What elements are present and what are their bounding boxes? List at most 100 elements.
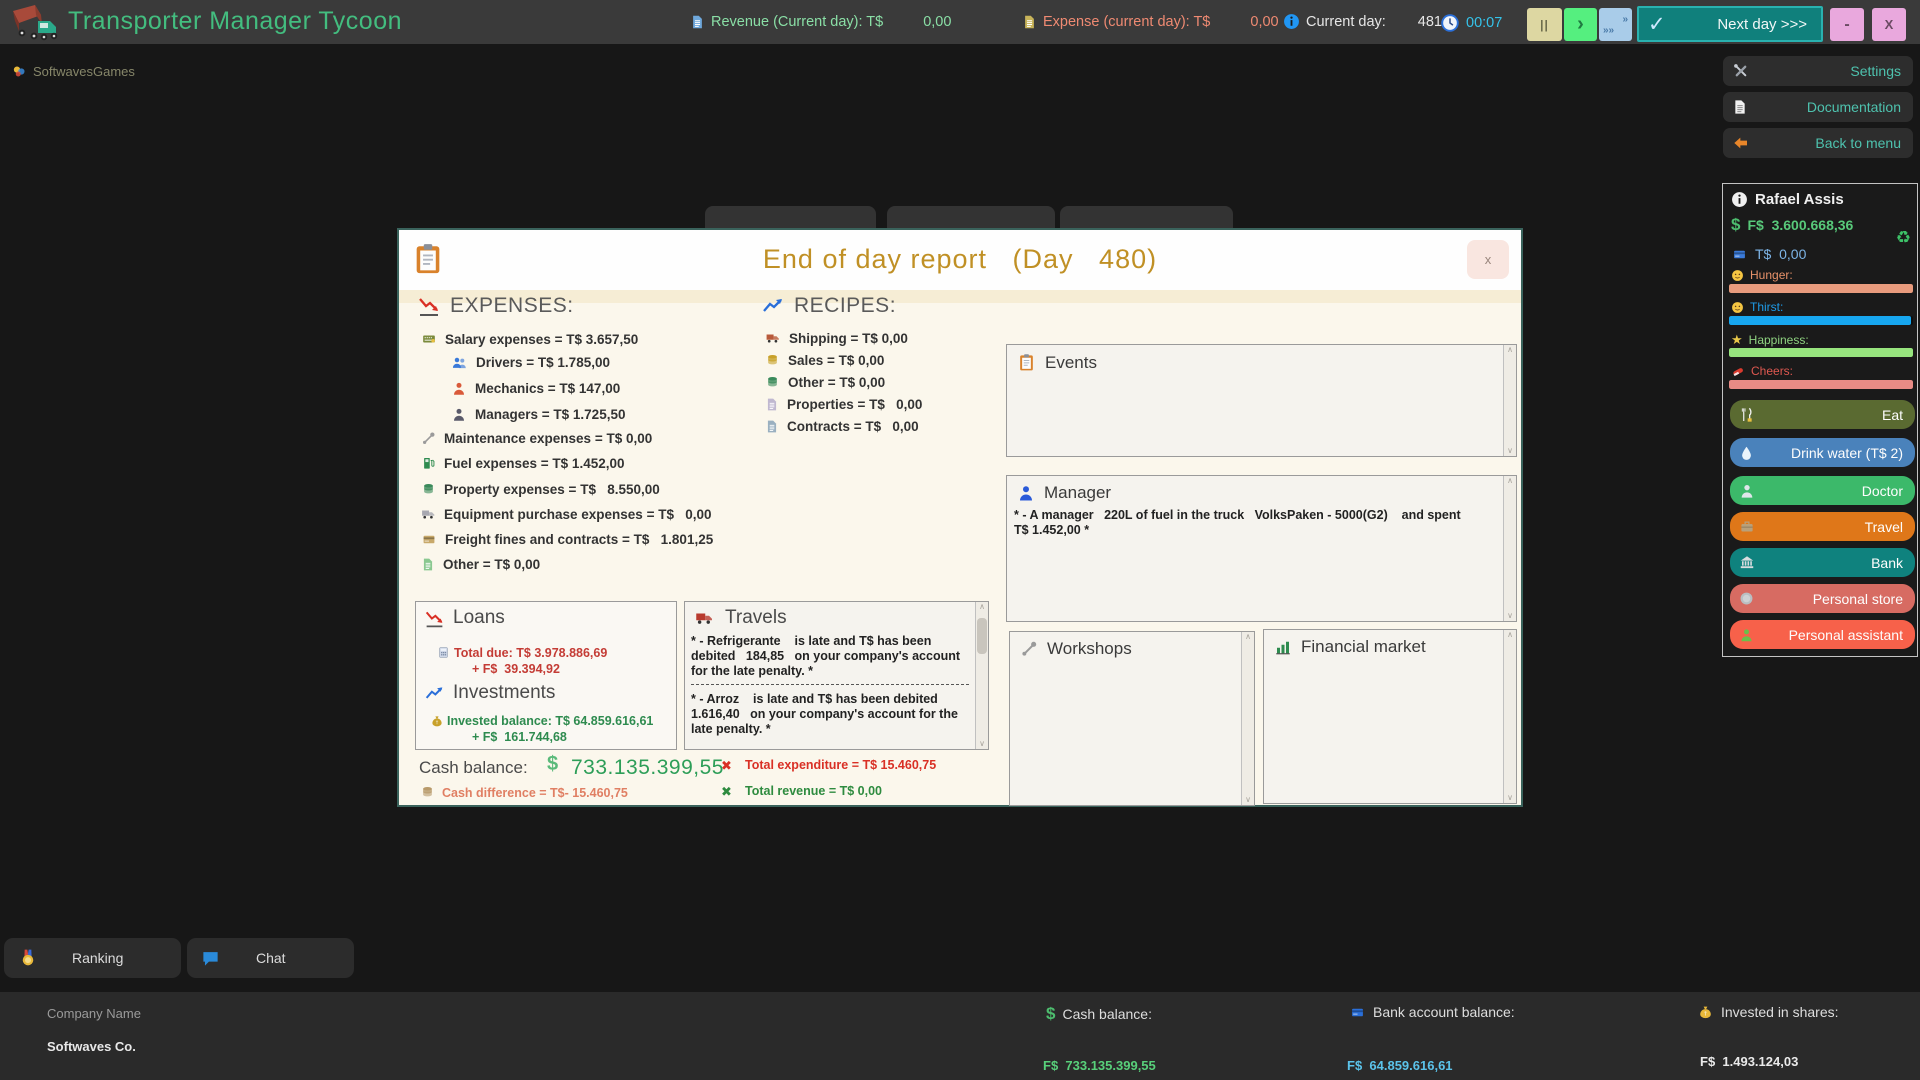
scrollbar-thumb[interactable] [977,618,987,654]
drink-water-button[interactable]: Drink water (T$ 2) [1730,438,1915,467]
player-info-icon[interactable] [1731,191,1748,208]
shares-footer-value: F$ 1.493.124,03 [1700,1054,1798,1069]
company-name-label: Company Name [47,1006,141,1021]
time-value: 00:07 [1466,15,1502,31]
clock-indicator: 00:07 [1440,13,1502,33]
sales-icon [765,353,780,367]
cash-difference: Cash difference = T$- 15.460,75 [442,786,628,801]
minimize-button[interactable]: - [1830,8,1864,41]
info-icon [1283,13,1300,30]
pill-icon [1731,365,1745,378]
fast-forward-icon: » [1622,14,1628,25]
wrench-icon [421,431,436,446]
personal-assistant-button[interactable]: Personal assistant [1730,620,1915,649]
manager-icon [451,407,467,422]
expense-value: 0,00 [1250,14,1278,30]
settings-button[interactable]: Settings [1723,56,1913,86]
travels-box: Travels * - Refrigerante is late and T$ … [684,601,989,750]
star-icon: ★ [1731,332,1743,348]
documentation-button[interactable]: Documentation [1723,92,1913,122]
travels-scrollbar[interactable]: ∧∨ [975,602,988,749]
financial-market-chart-icon [1274,638,1292,656]
events-box: Events ∧∨ [1006,344,1517,457]
revenue-indicator: Revenue (Current day): T$0,00 [690,13,951,31]
cutlery-icon [1739,407,1755,423]
player-fs-balance: F$ 3.600.668,36 [1747,217,1853,233]
loans-chart-down-icon [424,608,445,629]
travel-message-2: * - Arroz is late and T$ has been debite… [691,692,969,737]
thirst-face-icon [1731,301,1744,314]
cash-difference-icon [420,785,435,799]
scroll-down-icon[interactable]: ∨ [979,740,985,748]
player-name-row: Rafael Assis [1731,191,1844,208]
doctor-icon [1739,483,1755,499]
eat-button[interactable]: Eat [1730,400,1915,429]
play-button[interactable]: › [1564,8,1597,41]
events-scrollbar[interactable]: ∧∨ [1503,345,1516,456]
scroll-down-icon[interactable]: ∨ [1507,794,1513,802]
property-money-icon [421,482,436,496]
chat-button[interactable]: Chat [187,938,354,978]
personal-store-button[interactable]: Personal store [1730,584,1915,613]
back-to-menu-button[interactable]: Back to menu [1723,128,1913,158]
manager-scrollbar[interactable]: ∧∨ [1503,476,1516,621]
revenue-x-icon: ✖ [721,784,732,800]
bank-button[interactable]: Bank [1730,548,1915,577]
hunger-stat-label: Hunger: [1731,268,1793,282]
player-ts-balance: T$ 0,00 [1755,246,1806,262]
shipping-truck-icon [765,331,781,345]
expense-item-property: Property expenses = T$ 8.550,00 [421,480,660,498]
total-revenue: Total revenue = T$ 0,00 [745,784,882,799]
calculator-icon [437,645,450,660]
workshops-scrollbar[interactable]: ∧∨ [1241,632,1254,805]
cash-balance-footer-value: F$ 733.135.399,55 [1043,1058,1156,1073]
player-name: Rafael Assis [1755,191,1844,208]
ranking-button[interactable]: Ranking [4,938,181,978]
events-clipboard-icon [1017,352,1036,373]
financial-market-box: Financial market ∧∨ [1263,629,1517,804]
scroll-up-icon[interactable]: ∧ [1507,631,1513,639]
doctor-button[interactable]: Doctor [1730,476,1915,505]
salary-icon [421,332,437,346]
loans-total-due-fs: + F$ 39.394,92 [472,662,560,677]
status-bar: Company Name Softwaves Co. $ Cash balanc… [0,992,1920,1080]
current-day-value: 481 [1418,14,1442,30]
cash-balance-label: Cash balance: [419,758,528,778]
dialog-close-button[interactable]: x [1467,240,1509,279]
scroll-up-icon[interactable]: ∧ [1507,346,1513,354]
suitcase-icon [1739,519,1755,534]
scroll-up-icon[interactable]: ∧ [1245,633,1251,641]
scroll-down-icon[interactable]: ∨ [1507,612,1513,620]
refresh-balance-icon[interactable]: ♻ [1896,228,1911,248]
close-window-button[interactable]: X [1872,8,1906,41]
scroll-down-icon[interactable]: ∨ [1507,447,1513,455]
workshops-header: Workshops [1020,639,1132,659]
next-day-label: Next day >>> [1717,16,1807,33]
pause-button[interactable]: || [1527,8,1562,41]
hunger-bar [1729,284,1913,293]
scroll-down-icon[interactable]: ∨ [1245,796,1251,804]
travel-button[interactable]: Travel [1730,512,1915,541]
scroll-up-icon[interactable]: ∧ [1507,477,1513,485]
watermark-label: SoftwavesGames [33,64,135,79]
bank-icon [1739,555,1755,570]
close-icon: X [1885,17,1894,32]
thirst-stat-label: Thirst: [1731,300,1783,314]
fast-forward-button[interactable]: »»» [1599,8,1632,41]
travel-message-1: * - Refrigerante is late and T$ has been… [691,634,969,679]
expense-item-fuel: Fuel expenses = T$ 1.452,00 [421,454,624,472]
recipe-item-shipping: Shipping = T$ 0,00 [765,329,908,347]
expense-item-freight-fines: Freight fines and contracts = T$ 1.801,2… [421,530,713,548]
travels-separator [691,684,969,685]
scroll-up-icon[interactable]: ∧ [979,603,985,611]
next-day-button[interactable]: ✓ Next day >>> [1637,6,1823,42]
manager-box: Manager * - A manager 220L of fuel in th… [1006,475,1517,622]
thirst-bar-fill [1729,316,1911,325]
tools-icon [1732,62,1750,80]
check-icon: ✓ [1648,12,1666,37]
chat-icon [201,949,220,968]
workshops-box: Workshops ∧∨ [1009,631,1255,806]
current-day-label: Current day: [1306,14,1386,30]
financial-market-scrollbar[interactable]: ∧∨ [1503,630,1516,803]
fast-forward-icon-2: »» [1603,25,1614,36]
